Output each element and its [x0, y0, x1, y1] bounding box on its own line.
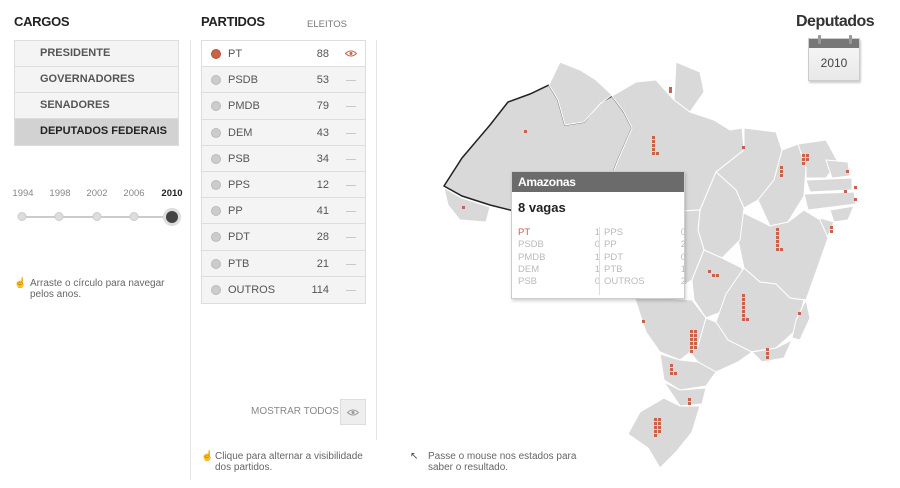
- calendar-ring: [818, 35, 821, 44]
- tooltip-party: PSDB: [518, 239, 544, 251]
- state-rio-grande-do-norte[interactable]: [825, 159, 851, 179]
- tooltip-value: 2: [680, 239, 686, 251]
- calendar-title: Deputados: [796, 13, 875, 30]
- tooltip-party: PTB: [604, 263, 623, 275]
- tooltip-party: PSB: [518, 276, 538, 288]
- tooltip-state-name: Amazonas: [512, 172, 684, 192]
- tooltip-value: 1: [680, 263, 686, 275]
- tooltip-row: DEM 1: [518, 264, 600, 276]
- map-hint-text: Passe o mouse nos estados para saber o r…: [428, 451, 577, 473]
- calendar-icon: 2010: [808, 35, 860, 81]
- tooltip-party: PP: [604, 239, 617, 251]
- state-paraiba[interactable]: [805, 177, 853, 193]
- tooltip-right-column: PPS 0 PP 2 PDT 0 PTB 1 OUTROS 2: [604, 227, 686, 288]
- state-alagoas[interactable]: [829, 205, 855, 223]
- tooltip-party: DEM: [518, 263, 540, 275]
- tooltip-party: PDT: [604, 251, 623, 263]
- state-rio-grande-do-sul[interactable]: [627, 397, 701, 469]
- tooltip-row: PP 2: [604, 239, 686, 251]
- tooltip-row: PTB 1: [604, 264, 686, 276]
- tooltip-party: PPS: [604, 227, 624, 238]
- tooltip-value: 0: [680, 227, 686, 238]
- tooltip-row: PSB 0: [518, 276, 600, 288]
- calendar-year: 2010: [820, 56, 848, 70]
- tooltip-row: PDT 0: [604, 252, 686, 264]
- state-tooltip: Amazonas 8 vagas PT 1 PSDB 0 PMDB 1 DEM 1 PS…: [511, 171, 686, 299]
- tooltip-value: 0: [680, 251, 686, 263]
- calendar-ring: [849, 35, 852, 44]
- tooltip-value: 2: [680, 276, 686, 288]
- tooltip-left-column: PT 1 PSDB 0 PMDB 1 DEM 1 PSB 0: [518, 227, 600, 288]
- tooltip-row: OUTROS 2: [604, 276, 686, 288]
- tooltip-row: PT 1: [518, 227, 600, 239]
- cursor-arrow-icon: ↖: [410, 451, 419, 462]
- tooltip-party: PT: [518, 227, 531, 238]
- tooltip-party: PMDB: [518, 251, 546, 263]
- map-hint: ↖ Passe o mouse nos estados para saber o…: [410, 451, 582, 473]
- brazil-map[interactable]: [0, 0, 900, 488]
- tooltip-row: PPS 0: [604, 227, 686, 239]
- tooltip-row: PSDB 0: [518, 239, 600, 251]
- tooltip-party: OUTROS: [604, 276, 645, 288]
- tooltip-row: PMDB 1: [518, 252, 600, 264]
- tooltip-vagas: 8 vagas: [518, 200, 566, 215]
- tooltip-separator: [599, 227, 600, 295]
